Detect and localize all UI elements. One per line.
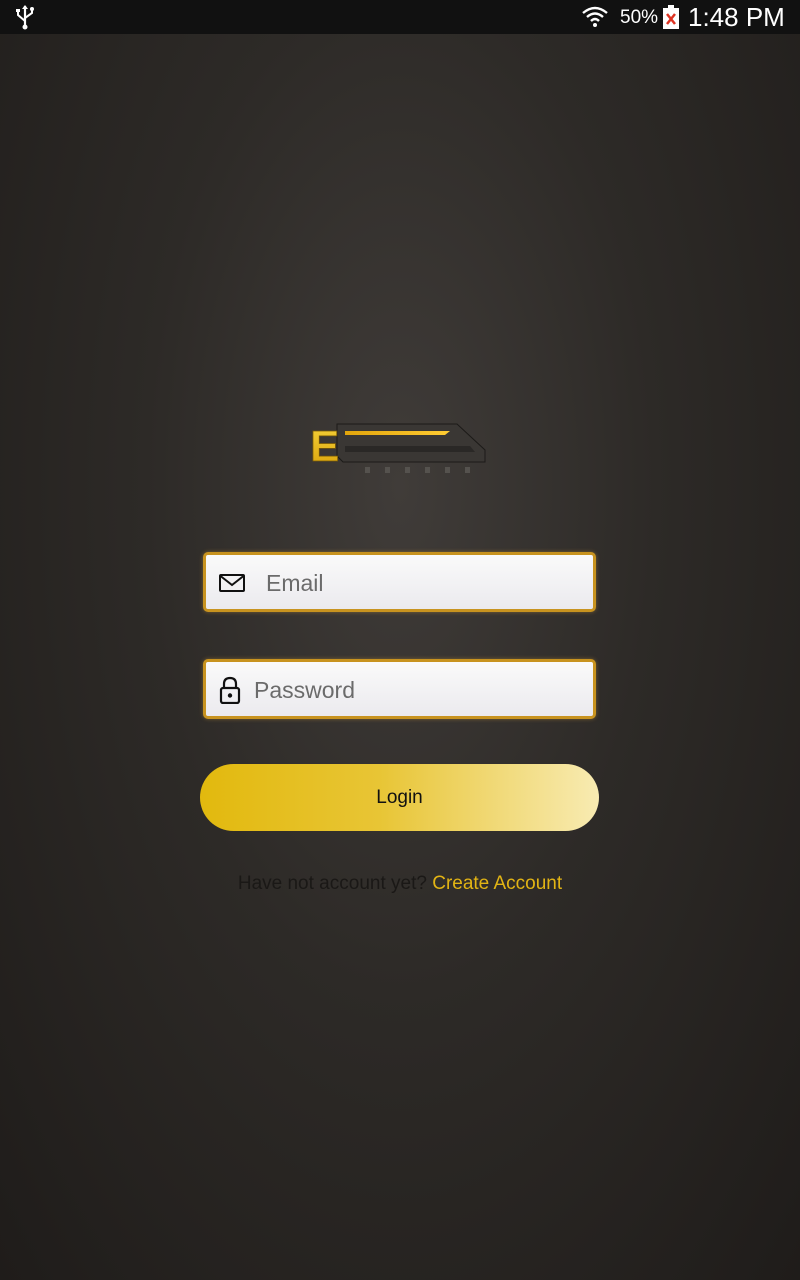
signup-prompt: Have not account yet? — [237, 873, 427, 894]
create-account-link[interactable]: Create Account — [432, 873, 562, 894]
password-field[interactable] — [203, 659, 596, 719]
battery-percent: 50% — [620, 7, 659, 28]
clock: 1:48 PM — [688, 2, 785, 32]
status-bar: 50% 1:48 PM — [0, 0, 800, 34]
wifi-icon — [582, 6, 608, 27]
email-input[interactable] — [264, 555, 588, 611]
signup-row: Have not account yet? Create Account — [0, 873, 800, 895]
logo-letter: E — [310, 422, 339, 471]
login-button[interactable]: Login — [200, 764, 599, 831]
password-input[interactable] — [252, 662, 586, 718]
usb-icon — [16, 5, 34, 30]
email-field[interactable] — [203, 552, 596, 612]
app-logo: E — [310, 422, 486, 473]
lock-icon — [219, 676, 241, 704]
mail-icon — [219, 574, 245, 592]
battery-icon — [663, 5, 679, 29]
